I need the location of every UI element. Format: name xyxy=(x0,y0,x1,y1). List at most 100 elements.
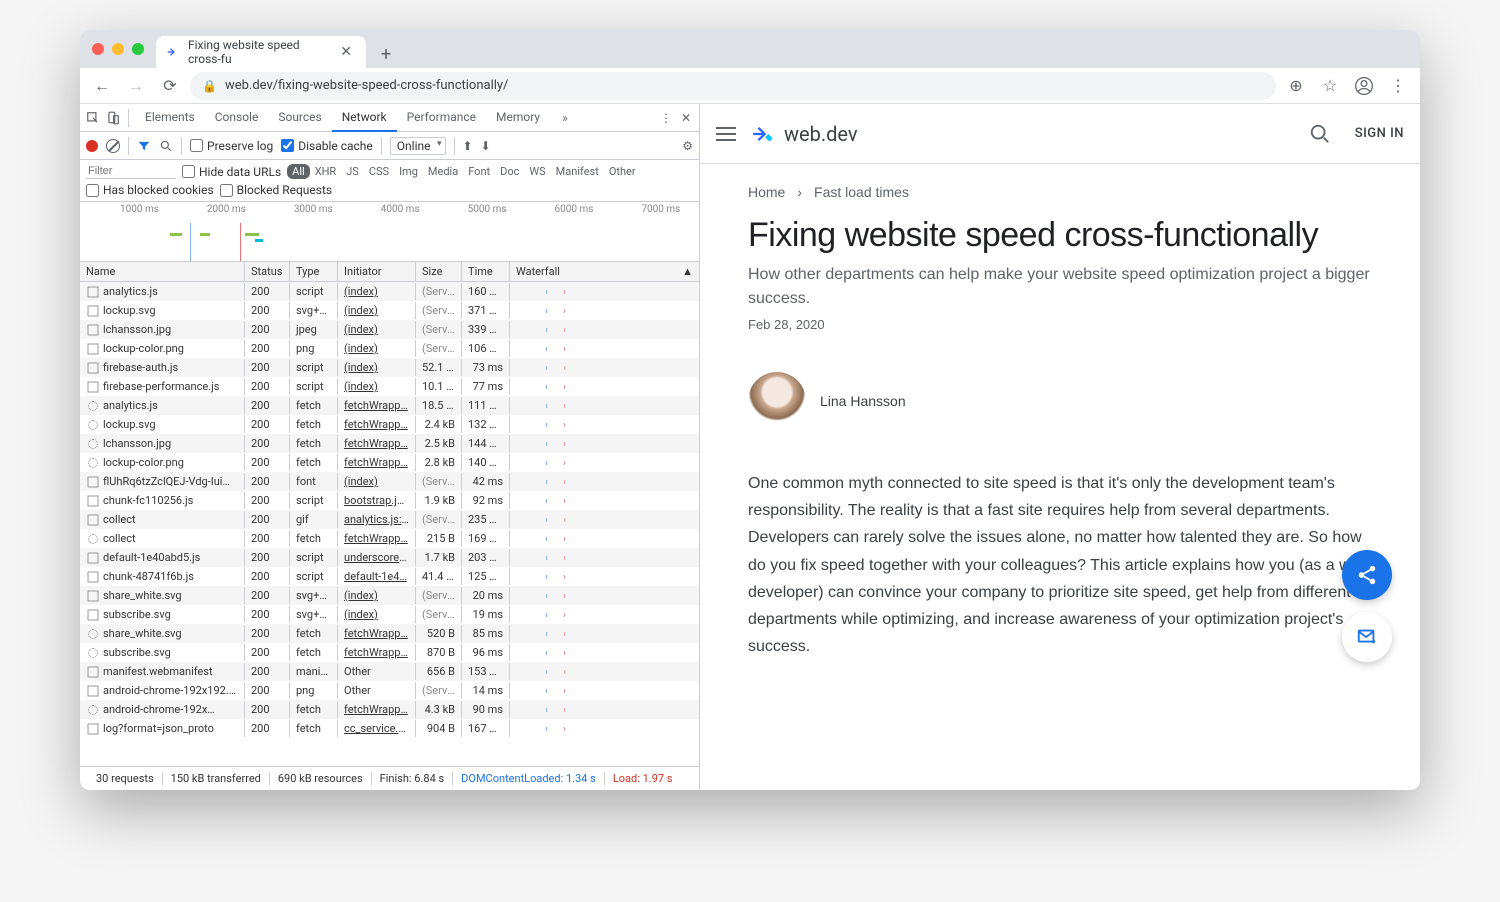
close-tab-icon[interactable]: ✕ xyxy=(336,44,356,60)
share-fab[interactable] xyxy=(1342,550,1392,600)
filter-all[interactable]: All xyxy=(287,164,310,179)
filter-other[interactable]: Other xyxy=(604,164,641,179)
record-button[interactable] xyxy=(86,140,98,152)
address-bar[interactable]: 🔒 web.dev/fixing-website-speed-cross-fun… xyxy=(190,72,1276,100)
device-icon[interactable] xyxy=(104,111,122,125)
filter-media[interactable]: Media xyxy=(423,164,463,179)
request-row[interactable]: chunk-48741f6b.js200scriptdefault-1e4…41… xyxy=(80,567,699,586)
request-row[interactable]: manifest.webmanifest200manif…Other656 B1… xyxy=(80,662,699,681)
menu-icon[interactable]: ⋮ xyxy=(1384,72,1412,100)
request-row[interactable]: log?format=json_proto200fetchcc_service.… xyxy=(80,719,699,738)
article-paragraph: One common myth connected to site speed … xyxy=(748,470,1372,660)
forward-button[interactable]: → xyxy=(122,72,150,100)
bookmark-icon[interactable]: ☆ xyxy=(1316,72,1344,100)
request-row[interactable]: firebase-auth.js200script(index)52.1 kB7… xyxy=(80,358,699,377)
request-row[interactable]: flUhRq6tzZclQEJ-Vdg-Iui…200font(index)(S… xyxy=(80,472,699,491)
search-icon[interactable] xyxy=(1309,123,1331,145)
install-icon[interactable]: ⊕ xyxy=(1282,72,1310,100)
request-row[interactable]: lockup.svg200fetchfetchWrapp…2.4 kB132 m… xyxy=(80,415,699,434)
titlebar: Fixing website speed cross-fu ✕ + xyxy=(80,30,1420,68)
filter-input[interactable] xyxy=(86,164,176,179)
maximize-window[interactable] xyxy=(132,43,144,55)
filter-css[interactable]: CSS xyxy=(364,164,394,179)
window-controls xyxy=(92,43,144,55)
profile-icon[interactable] xyxy=(1350,72,1378,100)
request-row[interactable]: lockup.svg200svg+…(index)(Servi…371 ms xyxy=(80,301,699,320)
preserve-log-checkbox[interactable]: Preserve log xyxy=(190,139,273,153)
network-table-body: analytics.js200script(index)(Servi…160 m… xyxy=(80,282,699,766)
devtools-tab-network[interactable]: Network xyxy=(332,104,397,132)
request-row[interactable]: lockup-color.png200png(index)(Servi…106 … xyxy=(80,339,699,358)
request-row[interactable]: subscribe.svg200svg+…(index)(Servi…19 ms xyxy=(80,605,699,624)
menu-icon[interactable] xyxy=(716,127,736,141)
request-row[interactable]: lchansson.jpg200fetchfetchWrapp…2.5 kB14… xyxy=(80,434,699,453)
filter-manifest[interactable]: Manifest xyxy=(551,164,604,179)
filter-font[interactable]: Font xyxy=(463,164,495,179)
col-size[interactable]: Size xyxy=(416,262,462,281)
minimize-window[interactable] xyxy=(112,43,124,55)
upload-icon[interactable]: ⬆ xyxy=(463,139,473,153)
request-row[interactable]: lchansson.jpg200jpeg(index)(Servi…339 ms xyxy=(80,320,699,339)
col-initiator[interactable]: Initiator xyxy=(338,262,416,281)
request-row[interactable]: share_white.svg200svg+…(index)(Servi…20 … xyxy=(80,586,699,605)
filter-js[interactable]: JS xyxy=(341,164,364,179)
disable-cache-checkbox[interactable]: Disable cache xyxy=(281,139,373,153)
request-row[interactable]: lockup-color.png200fetchfetchWrapp…2.8 k… xyxy=(80,453,699,472)
request-row[interactable]: subscribe.svg200fetchfetchWrapp…870 B96 … xyxy=(80,643,699,662)
request-row[interactable]: collect200gifanalytics.js:36(Servi…235 m… xyxy=(80,510,699,529)
settings-icon[interactable]: ⚙ xyxy=(682,139,693,153)
devtools-tab-console[interactable]: Console xyxy=(205,104,269,131)
page-subtitle: How other departments can help make your… xyxy=(748,263,1372,311)
col-status[interactable]: Status xyxy=(245,262,290,281)
crumb-section[interactable]: Fast load times xyxy=(814,184,909,200)
request-row[interactable]: share_white.svg200fetchfetchWrapp…520 B8… xyxy=(80,624,699,643)
request-row[interactable]: analytics.js200fetchfetchWrapp…18.5 kB11… xyxy=(80,396,699,415)
crumb-home[interactable]: Home xyxy=(748,184,785,200)
col-time[interactable]: Time xyxy=(462,262,510,281)
request-row[interactable]: analytics.js200script(index)(Servi…160 m… xyxy=(80,282,699,301)
devtools-tab-memory[interactable]: Memory xyxy=(486,104,550,131)
inspect-icon[interactable] xyxy=(84,111,102,125)
devtools-tab-performance[interactable]: Performance xyxy=(397,104,486,131)
gear-icon xyxy=(88,534,98,544)
close-devtools-icon[interactable]: ✕ xyxy=(677,111,695,125)
devtools-tab-elements[interactable]: Elements xyxy=(135,104,205,131)
subscribe-fab[interactable] xyxy=(1342,612,1392,662)
close-window[interactable] xyxy=(92,43,104,55)
filter-doc[interactable]: Doc xyxy=(495,164,524,179)
col-waterfall[interactable]: Waterfall▲ xyxy=(510,262,699,281)
search-icon[interactable] xyxy=(159,139,173,153)
filter-xhr[interactable]: XHR xyxy=(310,164,342,179)
blocked-requests-checkbox[interactable]: Blocked Requests xyxy=(220,183,332,197)
hide-data-urls-checkbox[interactable]: Hide data URLs xyxy=(182,165,281,179)
request-row[interactable]: collect200fetchfetchWrapp…215 B169 ms xyxy=(80,529,699,548)
clear-button[interactable] xyxy=(106,139,120,153)
request-row[interactable]: android-chrome-192x…200fetchfetchWrapp…4… xyxy=(80,700,699,719)
reload-button[interactable]: ⟳ xyxy=(156,72,184,100)
signin-button[interactable]: SIGN IN xyxy=(1355,126,1404,141)
throttling-select[interactable]: Online xyxy=(390,137,446,155)
request-row[interactable]: chunk-fc110256.js200scriptbootstrap.js:1… xyxy=(80,491,699,510)
network-overview[interactable]: 1000 ms2000 ms3000 ms4000 ms5000 ms6000 … xyxy=(80,202,699,262)
back-button[interactable]: ← xyxy=(88,72,116,100)
site-logo[interactable]: web.dev xyxy=(750,121,858,147)
lock-icon: 🔒 xyxy=(202,79,217,93)
browser-tab[interactable]: Fixing website speed cross-fu ✕ xyxy=(156,36,366,68)
more-tabs-icon[interactable]: » xyxy=(552,104,578,131)
devtools-tab-sources[interactable]: Sources xyxy=(268,104,331,131)
blocked-cookies-checkbox[interactable]: Has blocked cookies xyxy=(86,183,214,197)
request-row[interactable]: firebase-performance.js200script(index)1… xyxy=(80,377,699,396)
devtools-menu-icon[interactable]: ⋮ xyxy=(657,111,675,125)
gear-icon xyxy=(88,439,98,449)
summary-finish: Finish: 6.84 s xyxy=(372,772,454,785)
devtools-panel: ElementsConsoleSourcesNetworkPerformance… xyxy=(80,104,700,790)
new-tab-button[interactable]: + xyxy=(372,40,400,68)
filter-icon[interactable] xyxy=(137,139,151,153)
request-row[interactable]: default-1e40abd5.js200scriptunderscore-…… xyxy=(80,548,699,567)
col-type[interactable]: Type xyxy=(290,262,338,281)
filter-ws[interactable]: WS xyxy=(524,164,550,179)
col-name[interactable]: Name xyxy=(80,262,245,281)
request-row[interactable]: android-chrome-192x192.…200pngOther(Serv… xyxy=(80,681,699,700)
download-icon[interactable]: ⬇ xyxy=(481,139,491,153)
filter-img[interactable]: Img xyxy=(394,164,423,179)
